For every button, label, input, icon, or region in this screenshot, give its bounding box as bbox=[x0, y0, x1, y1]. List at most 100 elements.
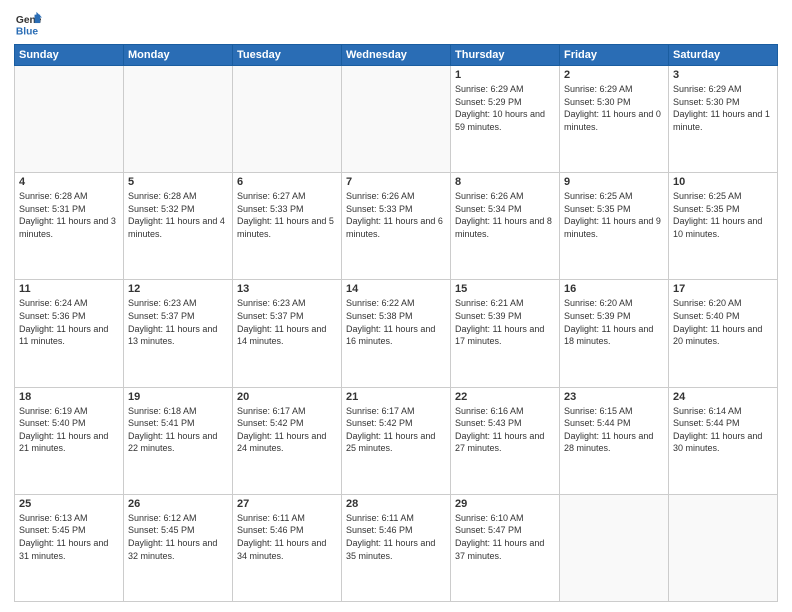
day-info: Sunrise: 6:15 AMSunset: 5:44 PMDaylight:… bbox=[564, 405, 664, 455]
day-info: Sunrise: 6:23 AMSunset: 5:37 PMDaylight:… bbox=[128, 297, 228, 347]
calendar-cell bbox=[233, 66, 342, 173]
calendar-cell bbox=[124, 66, 233, 173]
day-number: 21 bbox=[346, 391, 446, 403]
day-number: 27 bbox=[237, 498, 337, 510]
day-info: Sunrise: 6:17 AMSunset: 5:42 PMDaylight:… bbox=[346, 405, 446, 455]
calendar-cell: 28 Sunrise: 6:11 AMSunset: 5:46 PMDayligh… bbox=[342, 494, 451, 601]
day-info: Sunrise: 6:20 AMSunset: 5:40 PMDaylight:… bbox=[673, 297, 773, 347]
day-info: Sunrise: 6:18 AMSunset: 5:41 PMDaylight:… bbox=[128, 405, 228, 455]
day-number: 13 bbox=[237, 283, 337, 295]
day-number: 28 bbox=[346, 498, 446, 510]
day-number: 18 bbox=[19, 391, 119, 403]
day-info: Sunrise: 6:29 AMSunset: 5:30 PMDaylight:… bbox=[673, 83, 773, 133]
day-number: 26 bbox=[128, 498, 228, 510]
day-number: 25 bbox=[19, 498, 119, 510]
day-info: Sunrise: 6:23 AMSunset: 5:37 PMDaylight:… bbox=[237, 297, 337, 347]
page: General Blue SundayMondayTuesdayWednesda… bbox=[0, 0, 792, 612]
day-info: Sunrise: 6:11 AMSunset: 5:46 PMDaylight:… bbox=[346, 512, 446, 562]
calendar-cell bbox=[560, 494, 669, 601]
day-info: Sunrise: 6:16 AMSunset: 5:43 PMDaylight:… bbox=[455, 405, 555, 455]
calendar-cell: 1 Sunrise: 6:29 AMSunset: 5:29 PMDaylight… bbox=[451, 66, 560, 173]
day-info: Sunrise: 6:21 AMSunset: 5:39 PMDaylight:… bbox=[455, 297, 555, 347]
day-info: Sunrise: 6:13 AMSunset: 5:45 PMDaylight:… bbox=[19, 512, 119, 562]
day-info: Sunrise: 6:29 AMSunset: 5:29 PMDaylight:… bbox=[455, 83, 555, 133]
day-number: 23 bbox=[564, 391, 664, 403]
week-row-4: 18 Sunrise: 6:19 AMSunset: 5:40 PMDayligh… bbox=[15, 387, 778, 494]
day-info: Sunrise: 6:19 AMSunset: 5:40 PMDaylight:… bbox=[19, 405, 119, 455]
day-info: Sunrise: 6:25 AMSunset: 5:35 PMDaylight:… bbox=[564, 190, 664, 240]
calendar-cell: 27 Sunrise: 6:11 AMSunset: 5:46 PMDayligh… bbox=[233, 494, 342, 601]
week-row-5: 25 Sunrise: 6:13 AMSunset: 5:45 PMDayligh… bbox=[15, 494, 778, 601]
day-number: 20 bbox=[237, 391, 337, 403]
day-number: 15 bbox=[455, 283, 555, 295]
weekday-header-saturday: Saturday bbox=[669, 45, 778, 66]
calendar-cell: 21 Sunrise: 6:17 AMSunset: 5:42 PMDayligh… bbox=[342, 387, 451, 494]
day-number: 12 bbox=[128, 283, 228, 295]
logo-icon: General Blue bbox=[14, 10, 42, 38]
calendar-cell: 18 Sunrise: 6:19 AMSunset: 5:40 PMDayligh… bbox=[15, 387, 124, 494]
weekday-header-row: SundayMondayTuesdayWednesdayThursdayFrid… bbox=[15, 45, 778, 66]
day-number: 22 bbox=[455, 391, 555, 403]
day-info: Sunrise: 6:20 AMSunset: 5:39 PMDaylight:… bbox=[564, 297, 664, 347]
calendar-cell: 12 Sunrise: 6:23 AMSunset: 5:37 PMDayligh… bbox=[124, 280, 233, 387]
calendar-cell: 9 Sunrise: 6:25 AMSunset: 5:35 PMDaylight… bbox=[560, 173, 669, 280]
day-number: 8 bbox=[455, 176, 555, 188]
calendar-cell bbox=[15, 66, 124, 173]
calendar-cell: 7Sunrise: 6:26 AMSunset: 5:33 PMDaylight… bbox=[342, 173, 451, 280]
calendar-cell: 22 Sunrise: 6:16 AMSunset: 5:43 PMDayligh… bbox=[451, 387, 560, 494]
calendar-cell: 17 Sunrise: 6:20 AMSunset: 5:40 PMDayligh… bbox=[669, 280, 778, 387]
header: General Blue bbox=[14, 10, 778, 38]
day-info: Sunrise: 6:22 AMSunset: 5:38 PMDaylight:… bbox=[346, 297, 446, 347]
day-info: Sunrise: 6:10 AMSunset: 5:47 PMDaylight:… bbox=[455, 512, 555, 562]
weekday-header-thursday: Thursday bbox=[451, 45, 560, 66]
calendar-cell: 4Sunrise: 6:28 AMSunset: 5:31 PMDaylight… bbox=[15, 173, 124, 280]
weekday-header-tuesday: Tuesday bbox=[233, 45, 342, 66]
calendar-table: SundayMondayTuesdayWednesdayThursdayFrid… bbox=[14, 44, 778, 602]
day-info: Sunrise: 6:28 AMSunset: 5:32 PMDaylight:… bbox=[128, 190, 228, 240]
day-info: Sunrise: 6:26 AMSunset: 5:34 PMDaylight:… bbox=[455, 190, 555, 240]
calendar-cell: 14 Sunrise: 6:22 AMSunset: 5:38 PMDayligh… bbox=[342, 280, 451, 387]
weekday-header-sunday: Sunday bbox=[15, 45, 124, 66]
calendar-cell bbox=[669, 494, 778, 601]
day-info: Sunrise: 6:29 AMSunset: 5:30 PMDaylight:… bbox=[564, 83, 664, 133]
svg-text:Blue: Blue bbox=[16, 26, 39, 37]
day-info: Sunrise: 6:25 AMSunset: 5:35 PMDaylight:… bbox=[673, 190, 773, 240]
calendar-cell: 29Sunrise: 6:10 AMSunset: 5:47 PMDayligh… bbox=[451, 494, 560, 601]
weekday-header-friday: Friday bbox=[560, 45, 669, 66]
calendar-cell: 13 Sunrise: 6:23 AMSunset: 5:37 PMDayligh… bbox=[233, 280, 342, 387]
day-number: 7 bbox=[346, 176, 446, 188]
calendar-cell: 5 Sunrise: 6:28 AMSunset: 5:32 PMDaylight… bbox=[124, 173, 233, 280]
day-number: 9 bbox=[564, 176, 664, 188]
day-number: 3 bbox=[673, 69, 773, 81]
day-info: Sunrise: 6:27 AMSunset: 5:33 PMDaylight:… bbox=[237, 190, 337, 240]
day-info: Sunrise: 6:28 AMSunset: 5:31 PMDaylight:… bbox=[19, 190, 119, 240]
day-number: 11 bbox=[19, 283, 119, 295]
week-row-1: 1 Sunrise: 6:29 AMSunset: 5:29 PMDaylight… bbox=[15, 66, 778, 173]
calendar-cell: 23 Sunrise: 6:15 AMSunset: 5:44 PMDayligh… bbox=[560, 387, 669, 494]
calendar-cell: 8 Sunrise: 6:26 AMSunset: 5:34 PMDaylight… bbox=[451, 173, 560, 280]
day-number: 5 bbox=[128, 176, 228, 188]
calendar-cell: 15 Sunrise: 6:21 AMSunset: 5:39 PMDayligh… bbox=[451, 280, 560, 387]
day-number: 6 bbox=[237, 176, 337, 188]
day-number: 2 bbox=[564, 69, 664, 81]
week-row-2: 4Sunrise: 6:28 AMSunset: 5:31 PMDaylight… bbox=[15, 173, 778, 280]
day-info: Sunrise: 6:11 AMSunset: 5:46 PMDaylight:… bbox=[237, 512, 337, 562]
day-info: Sunrise: 6:14 AMSunset: 5:44 PMDaylight:… bbox=[673, 405, 773, 455]
day-number: 17 bbox=[673, 283, 773, 295]
calendar-cell: 2 Sunrise: 6:29 AMSunset: 5:30 PMDaylight… bbox=[560, 66, 669, 173]
calendar-cell bbox=[342, 66, 451, 173]
calendar-cell: 24 Sunrise: 6:14 AMSunset: 5:44 PMDayligh… bbox=[669, 387, 778, 494]
calendar-cell: 19 Sunrise: 6:18 AMSunset: 5:41 PMDayligh… bbox=[124, 387, 233, 494]
day-number: 14 bbox=[346, 283, 446, 295]
day-number: 19 bbox=[128, 391, 228, 403]
calendar-cell: 25 Sunrise: 6:13 AMSunset: 5:45 PMDayligh… bbox=[15, 494, 124, 601]
weekday-header-wednesday: Wednesday bbox=[342, 45, 451, 66]
week-row-3: 11Sunrise: 6:24 AMSunset: 5:36 PMDayligh… bbox=[15, 280, 778, 387]
day-number: 24 bbox=[673, 391, 773, 403]
day-info: Sunrise: 6:12 AMSunset: 5:45 PMDaylight:… bbox=[128, 512, 228, 562]
weekday-header-monday: Monday bbox=[124, 45, 233, 66]
calendar-cell: 6 Sunrise: 6:27 AMSunset: 5:33 PMDaylight… bbox=[233, 173, 342, 280]
logo: General Blue bbox=[14, 10, 46, 38]
calendar-cell: 11Sunrise: 6:24 AMSunset: 5:36 PMDayligh… bbox=[15, 280, 124, 387]
day-number: 1 bbox=[455, 69, 555, 81]
